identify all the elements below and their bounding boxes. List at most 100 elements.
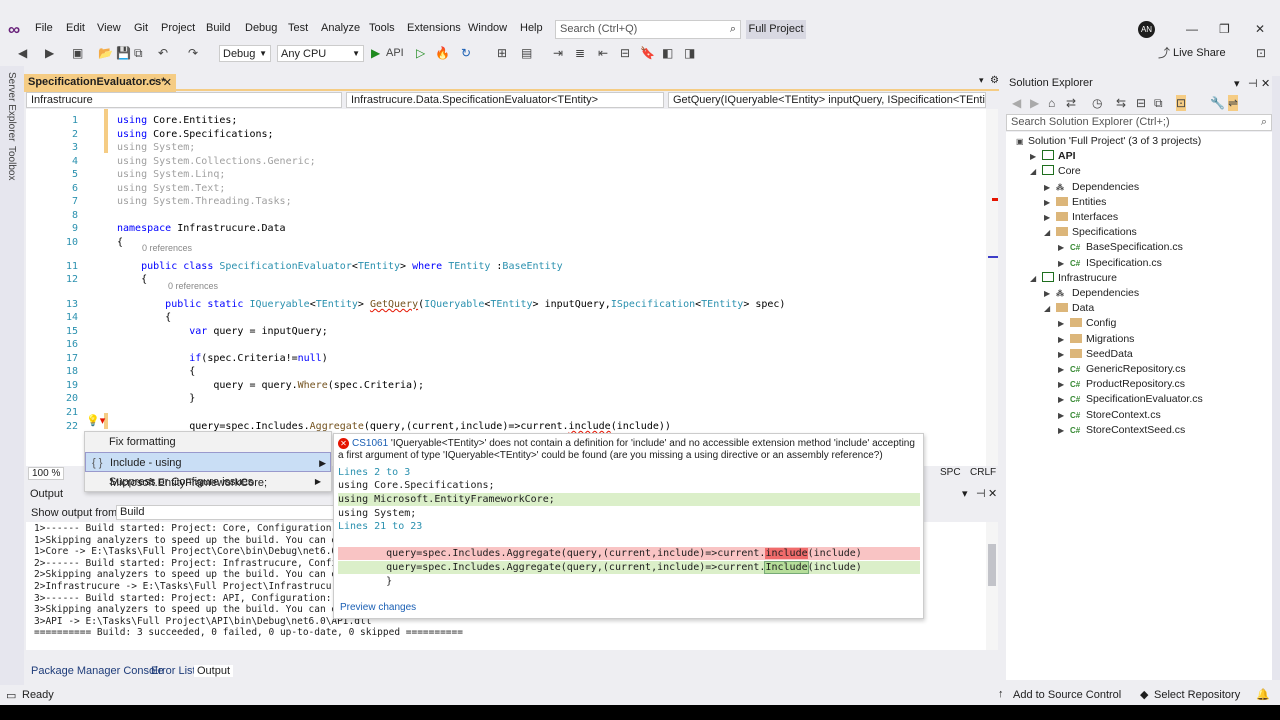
tree-item[interactable]: ▶ Entities: [1044, 195, 1106, 210]
output-pin-icon[interactable]: ⊣: [976, 487, 986, 500]
step-icon[interactable]: ⇥: [553, 45, 563, 61]
tree-item[interactable]: ▶ C# SpecificationEvaluator.cs: [1058, 392, 1203, 407]
se-collapse-icon[interactable]: ⊟: [1136, 95, 1146, 111]
settings-gear-icon[interactable]: ⚙: [990, 75, 999, 86]
add-to-source-control[interactable]: Add to Source Control: [1013, 689, 1121, 701]
expand-icon[interactable]: ▶: [1058, 333, 1070, 347]
expand-icon[interactable]: ▶: [1058, 424, 1070, 438]
se-pin-icon[interactable]: ⊣: [1248, 77, 1258, 90]
comment-icon[interactable]: ⊟: [620, 45, 630, 61]
menu-git[interactable]: Git: [134, 22, 148, 34]
expand-icon[interactable]: ▶: [1058, 393, 1070, 407]
menu-help[interactable]: Help: [520, 22, 543, 34]
tree-item[interactable]: ▶ ⁂ Dependencies: [1044, 180, 1139, 195]
tree-item[interactable]: ▶ API: [1030, 149, 1076, 164]
output-scrollbar[interactable]: [986, 522, 998, 650]
expand-icon[interactable]: ▶: [1058, 317, 1070, 331]
tree-item[interactable]: ▣ Solution 'Full Project' (3 of 3 project…: [1016, 134, 1201, 149]
code-line[interactable]: using System;: [117, 142, 195, 153]
expand-icon[interactable]: ◢: [1044, 302, 1056, 316]
bookmark-next-icon[interactable]: ◨: [684, 45, 695, 61]
lightbulb-error-icon[interactable]: 💡▾: [86, 414, 108, 430]
editor-scrollbar[interactable]: [986, 109, 998, 466]
menu-view[interactable]: View: [97, 22, 121, 34]
code-line[interactable]: using System.Linq;: [117, 169, 225, 180]
tree-item[interactable]: ▶ Migrations: [1058, 332, 1134, 347]
code-line[interactable]: {: [117, 274, 147, 285]
open-icon[interactable]: 📂: [98, 45, 113, 61]
tree-item[interactable]: ▶ SeedData: [1058, 347, 1133, 362]
save-icon[interactable]: 💾: [116, 45, 131, 61]
expand-icon[interactable]: ◢: [1044, 226, 1056, 240]
code-line[interactable]: using System.Collections.Generic;: [117, 156, 316, 167]
quick-action-add-using[interactable]: { } Include - using Microsoft.EntityFrame…: [85, 452, 331, 489]
menu-debug[interactable]: Debug: [245, 22, 277, 34]
code-editor[interactable]: 1 using Core.Entities; 2 using Core.Specifi…: [26, 109, 986, 466]
se-back-icon[interactable]: ◀: [1012, 95, 1021, 111]
output-close-icon[interactable]: ✕: [988, 487, 997, 500]
expand-icon[interactable]: ▶: [1058, 363, 1070, 377]
code-line[interactable]: var query = inputQuery;: [117, 326, 327, 337]
code-line[interactable]: query = query.Where(spec.Criteria);: [117, 380, 424, 391]
code-line[interactable]: if(spec.Criteria!=null): [117, 353, 328, 364]
output-source-select[interactable]: Build: [116, 505, 336, 520]
expand-icon[interactable]: ▶: [1044, 287, 1056, 301]
redo-icon[interactable]: ↷: [188, 45, 198, 61]
save-all-icon[interactable]: ⧉: [134, 45, 143, 61]
expand-icon[interactable]: ▶: [1058, 241, 1070, 255]
hot-reload-icon[interactable]: 🔥: [435, 45, 450, 61]
preview-changes-link[interactable]: Preview changes: [340, 602, 416, 613]
tree-item[interactable]: ▶ C# StoreContextSeed.cs: [1058, 423, 1185, 438]
tree-item[interactable]: ▶ C# GenericRepository.cs: [1058, 362, 1186, 377]
nav-project-select[interactable]: Infrastrucure: [26, 92, 342, 108]
code-line[interactable]: }: [117, 393, 195, 404]
expand-icon[interactable]: ▶: [1058, 257, 1070, 271]
editor-tab[interactable]: SpecificationEvaluator.cs* ⊣ ✕: [24, 74, 176, 92]
whitespace-indicator[interactable]: SPC: [940, 467, 961, 478]
se-close-icon[interactable]: ✕: [1261, 77, 1270, 90]
nav-member-select[interactable]: GetQuery(IQueryable<TEntity> inputQuery,…: [668, 92, 986, 108]
solution-search-input[interactable]: Search Solution Explorer (Ctrl+;) ⌕: [1006, 114, 1272, 131]
codelens-references[interactable]: 0 references: [168, 281, 218, 291]
tree-item[interactable]: ▶ C# BaseSpecification.cs: [1058, 240, 1183, 255]
code-line[interactable]: {: [117, 312, 171, 323]
back-icon[interactable]: ◀: [18, 45, 27, 61]
undo-icon[interactable]: ↶: [158, 45, 168, 61]
browser-link-icon[interactable]: ⊞: [497, 45, 507, 61]
se-properties-icon[interactable]: 🔧: [1210, 95, 1225, 111]
menu-project[interactable]: Project: [161, 22, 195, 34]
tree-item[interactable]: ▶ ⁂ Dependencies: [1044, 286, 1139, 301]
config-select[interactable]: Debug ▼: [219, 45, 271, 62]
tree-item[interactable]: ▶ C# ISpecification.cs: [1058, 256, 1162, 271]
tab-toolbox[interactable]: Toolbox: [6, 146, 17, 180]
menu-test[interactable]: Test: [288, 22, 308, 34]
pin-icon[interactable]: ⊣: [148, 76, 156, 87]
live-share-icon[interactable]: ⤴: [1158, 45, 1170, 61]
se-history-icon[interactable]: ◷: [1092, 95, 1102, 111]
expand-icon[interactable]: ▶: [1044, 181, 1056, 195]
expand-icon[interactable]: ▶: [1058, 409, 1070, 423]
new-project-icon[interactable]: ▣: [72, 45, 83, 61]
menu-edit[interactable]: Edit: [66, 22, 85, 34]
se-sync-icon[interactable]: ⇆: [1116, 95, 1126, 111]
tree-item[interactable]: ◢ Data: [1044, 301, 1094, 316]
zoom-select[interactable]: 100 %: [28, 467, 65, 480]
format-icon[interactable]: ≣: [575, 45, 585, 61]
se-forward-icon[interactable]: ▶: [1030, 95, 1039, 111]
bookmark-icon[interactable]: 🔖: [640, 45, 655, 61]
menu-tools[interactable]: Tools: [369, 22, 395, 34]
bookmark-prev-icon[interactable]: ◧: [662, 45, 673, 61]
se-switch-view-icon[interactable]: ⇄: [1066, 95, 1076, 111]
se-filter-icon[interactable]: ⇌: [1228, 95, 1239, 111]
run-icon[interactable]: ▶: [371, 45, 380, 61]
notifications-icon[interactable]: 🔔: [1256, 688, 1270, 701]
expand-icon[interactable]: ▶: [1044, 211, 1056, 225]
menu-file[interactable]: File: [35, 22, 53, 34]
tree-item[interactable]: ▶ Config: [1058, 316, 1116, 331]
minimize-icon[interactable]: —: [1186, 22, 1198, 36]
menu-analyze[interactable]: Analyze: [321, 22, 360, 34]
tree-item[interactable]: ◢ Infrastrucure: [1030, 271, 1117, 286]
expand-icon[interactable]: ▶: [1030, 150, 1042, 164]
code-line[interactable]: public class SpecificationEvaluator<TEnt…: [117, 261, 563, 272]
output-dropdown-icon[interactable]: ▾: [962, 487, 968, 500]
